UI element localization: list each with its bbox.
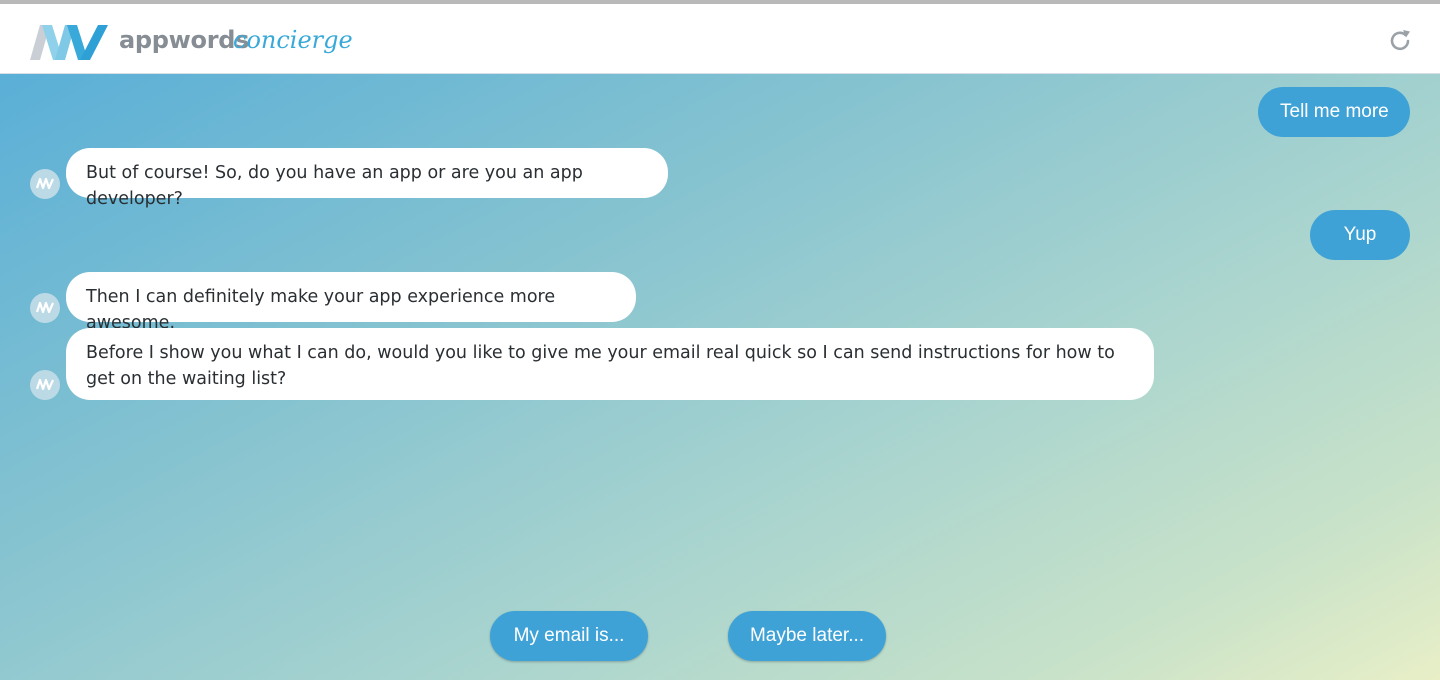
bot-message: Before I show you what I can do, would y…	[66, 328, 1154, 400]
app-window: appwords concierge Tell me more But of c…	[0, 0, 1440, 680]
header-bar: appwords concierge	[0, 4, 1440, 74]
brand-subtitle: concierge	[233, 26, 353, 54]
maybe-later-button[interactable]: Maybe later...	[728, 611, 886, 661]
bot-message: Then I can definitely make your app expe…	[66, 272, 636, 333]
appwords-logo-icon	[30, 25, 108, 60]
user-message: Tell me more	[1258, 87, 1410, 137]
bot-avatar-icon	[30, 370, 60, 400]
bot-avatar-icon	[30, 169, 60, 199]
my-email-button[interactable]: My email is...	[490, 611, 648, 661]
chat-area: Tell me more But of course! So, do you h…	[0, 74, 1440, 680]
brand-name: appwords	[119, 26, 250, 54]
refresh-icon[interactable]	[1386, 27, 1414, 55]
bot-avatar-icon	[30, 293, 60, 323]
user-message: Yup	[1310, 210, 1410, 260]
bot-message: But of course! So, do you have an app or…	[66, 148, 668, 209]
